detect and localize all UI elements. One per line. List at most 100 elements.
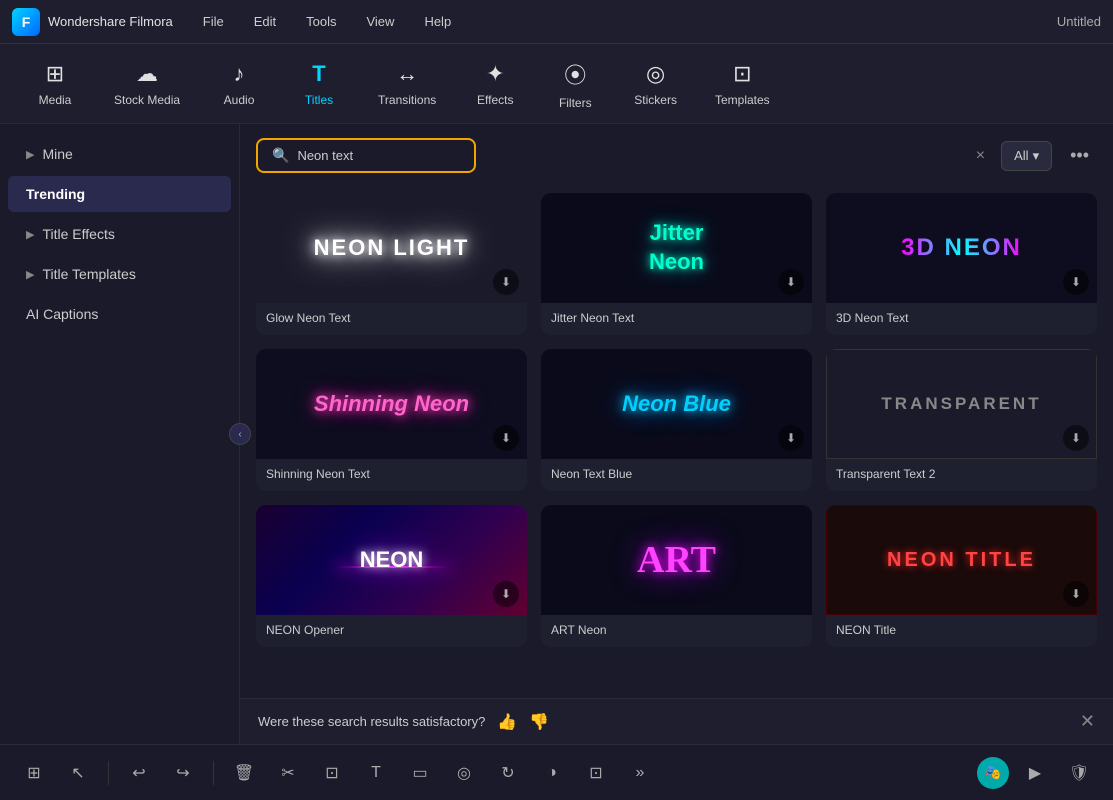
toolbar-stock-media[interactable]: ☁ Stock Media: [100, 53, 194, 115]
thumb-art-text: ART: [637, 538, 716, 582]
menu-file[interactable]: File: [197, 10, 230, 33]
toolbar-titles[interactable]: T Titles: [284, 53, 354, 115]
grid-item-neon-title[interactable]: NEON TITLE ⬇ NEON Title: [826, 505, 1097, 647]
delete-button[interactable]: 🗑: [226, 755, 262, 791]
thumb-shinning-neon-bg: Shinning Neon: [256, 349, 527, 459]
download-3d-neon-button[interactable]: ⬇: [1063, 269, 1089, 295]
search-bar-area: 🔍 × All ▾ •••: [240, 124, 1113, 183]
grid-item-3d-neon[interactable]: 3D NEON ⬇ 3D Neon Text: [826, 193, 1097, 335]
shield-button[interactable]: 🛡: [1061, 755, 1097, 791]
feedback-bar: Were these search results satisfactory? …: [240, 698, 1113, 744]
toolbar-effects[interactable]: ✦ Effects: [460, 53, 530, 115]
grid-item-jitter-neon[interactable]: JitterNeon ⬇ Jitter Neon Text: [541, 193, 812, 335]
thumb-blue-text: Neon Blue: [622, 391, 731, 417]
grid-item-neon-blue[interactable]: Neon Blue ⬇ Neon Text Blue: [541, 349, 812, 491]
crop-button[interactable]: ⊡: [314, 755, 350, 791]
toolbar-transitions[interactable]: ↔ Transitions: [364, 53, 450, 115]
mask-button[interactable]: ◎: [446, 755, 482, 791]
media-icon: ⊞: [46, 61, 64, 87]
text-tool-button[interactable]: T: [358, 755, 394, 791]
thumbs-down-button[interactable]: 👎: [529, 712, 549, 732]
filter-label: All: [1014, 148, 1028, 163]
thumb-transparent-text: TRANSPARENT: [881, 394, 1041, 414]
sidebar-item-ai-captions[interactable]: AI Captions: [8, 296, 231, 332]
filters-label: Filters: [559, 96, 592, 110]
stickers-icon: ◎: [646, 61, 665, 87]
titles-label: Titles: [305, 93, 333, 107]
thumb-transparent-bg: TRANSPARENT: [826, 349, 1097, 459]
sidebar-trending-label: Trending: [26, 186, 85, 202]
menu-edit[interactable]: Edit: [248, 10, 282, 33]
transparent-label: Transparent Text 2: [826, 459, 1097, 491]
download-neon-title-button[interactable]: ⬇: [1063, 581, 1089, 607]
media-label: Media: [39, 93, 72, 107]
menu-help[interactable]: Help: [418, 10, 457, 33]
app-logo-icon: F: [12, 8, 40, 36]
menu-view[interactable]: View: [360, 10, 400, 33]
app-logo: F Wondershare Filmora: [12, 8, 173, 36]
main-toolbar: ⊞ Media ☁ Stock Media ♪ Audio T Titles ↔…: [0, 44, 1113, 124]
thumb-art-neon: ART: [541, 505, 812, 615]
grid-item-art-neon[interactable]: ART ART Neon: [541, 505, 812, 647]
sidebar-ai-captions-label: AI Captions: [26, 306, 98, 322]
thumbs-up-button[interactable]: 👍: [497, 712, 517, 732]
search-input[interactable]: [297, 148, 460, 163]
sidebar-item-mine[interactable]: ▶ Mine: [8, 136, 231, 172]
download-transparent-button[interactable]: ⬇: [1063, 425, 1089, 451]
toolbar-media[interactable]: ⊞ Media: [20, 53, 90, 115]
sidebar-item-title-effects[interactable]: ▶ Title Effects: [8, 216, 231, 252]
thumb-shinning-neon: Shinning Neon ⬇: [256, 349, 527, 459]
title-templates-chevron-icon: ▶: [26, 268, 34, 281]
thumb-shinning-text: Shinning Neon: [314, 391, 469, 417]
bottom-toolbar: ⊞ ↖ ↩ ↪ 🗑 ✂ ⊡ T ▭ ◎ ↻ ◑ ⊡ » 🎭 ▶ 🛡: [0, 744, 1113, 800]
grid-item-transparent[interactable]: TRANSPARENT ⬇ Transparent Text 2: [826, 349, 1097, 491]
redo-button[interactable]: ↪: [165, 755, 201, 791]
more-options-button[interactable]: •••: [1062, 141, 1097, 170]
avatar-button[interactable]: 🎭: [977, 757, 1009, 789]
cut-button[interactable]: ✂: [270, 755, 306, 791]
filters-icon: ⦿: [564, 58, 586, 90]
grid-item-shinning-neon[interactable]: Shinning Neon ⬇ Shinning Neon Text: [256, 349, 527, 491]
menu-tools[interactable]: Tools: [300, 10, 342, 33]
thumb-glow-neon: NEON LIGHT ⬇: [256, 193, 527, 303]
neon-opener-label: NEON Opener: [256, 615, 527, 647]
grid-view-button[interactable]: ⊞: [16, 755, 52, 791]
stickers-label: Stickers: [634, 93, 677, 107]
search-clear-button[interactable]: ×: [970, 147, 991, 165]
filter-dropdown[interactable]: All ▾: [1001, 141, 1052, 171]
transform-button[interactable]: ▭: [402, 755, 438, 791]
menu-items: File Edit Tools View Help: [197, 10, 1057, 33]
toolbar-templates[interactable]: ⊡ Templates: [701, 53, 784, 115]
color-palette-button[interactable]: ◑: [534, 755, 570, 791]
thumb-neon-blue: Neon Blue ⬇: [541, 349, 812, 459]
download-neon-opener-button[interactable]: ⬇: [493, 581, 519, 607]
grid-item-glow-neon[interactable]: NEON LIGHT ⬇ Glow Neon Text: [256, 193, 527, 335]
stock-media-icon: ☁: [136, 61, 158, 87]
grid-item-neon-opener[interactable]: NEON ⬇ NEON Opener: [256, 505, 527, 647]
more-tools-button[interactable]: »: [622, 755, 658, 791]
download-shinning-neon-button[interactable]: ⬇: [493, 425, 519, 451]
undo-button[interactable]: ↩: [121, 755, 157, 791]
rotate-button[interactable]: ↻: [490, 755, 526, 791]
toolbar-stickers[interactable]: ◎ Stickers: [620, 53, 691, 115]
thumb-neon-title-text: NEON TITLE: [887, 549, 1036, 572]
audio-icon: ♪: [234, 61, 245, 87]
app-name: Wondershare Filmora: [48, 14, 173, 29]
select-tool-button[interactable]: ↖: [60, 755, 96, 791]
play-button[interactable]: ▶: [1017, 755, 1053, 791]
toolbar-filters[interactable]: ⦿ Filters: [540, 50, 610, 118]
transitions-icon: ↔: [396, 61, 418, 87]
thumb-jitter-neon: JitterNeon ⬇: [541, 193, 812, 303]
toolbar-audio[interactable]: ♪ Audio: [204, 53, 274, 115]
download-neon-blue-button[interactable]: ⬇: [778, 425, 804, 451]
export-button[interactable]: ⊡: [578, 755, 614, 791]
thumb-neon-title: NEON TITLE ⬇: [826, 505, 1097, 615]
sidebar-item-trending[interactable]: Trending: [8, 176, 231, 212]
download-glow-neon-button[interactable]: ⬇: [493, 269, 519, 295]
art-neon-label: ART Neon: [541, 615, 812, 647]
sidebar-collapse-button[interactable]: ‹: [229, 423, 251, 445]
download-jitter-neon-button[interactable]: ⬇: [778, 269, 804, 295]
sidebar-item-title-templates[interactable]: ▶ Title Templates: [8, 256, 231, 292]
thumb-neon-opener-text: NEON: [360, 547, 424, 573]
feedback-close-button[interactable]: ✕: [1080, 711, 1095, 732]
